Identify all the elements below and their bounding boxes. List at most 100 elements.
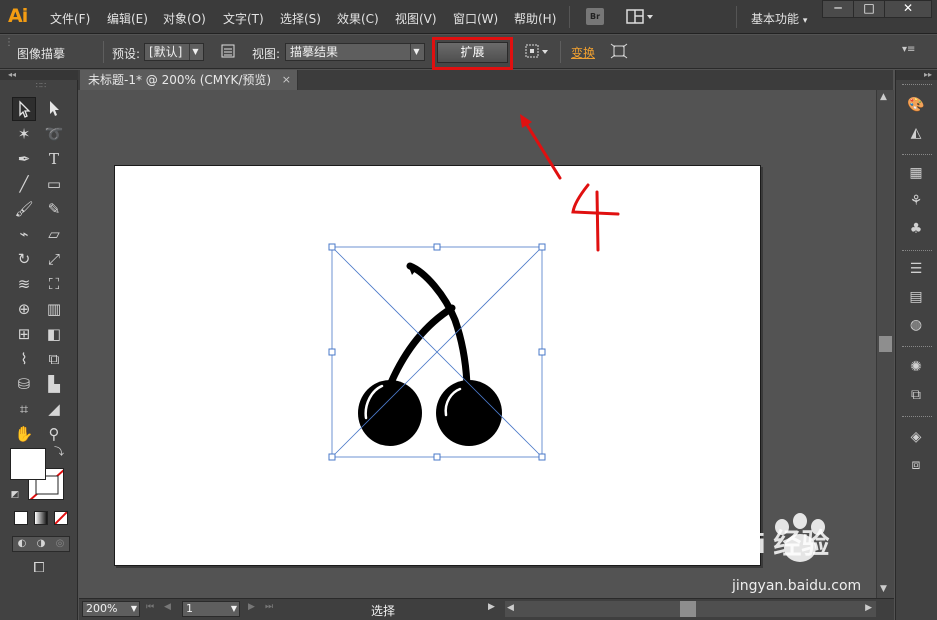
direct-selection-tool-icon[interactable] [42, 97, 66, 121]
none-mode-icon[interactable] [54, 511, 68, 525]
grip-icon [902, 250, 932, 253]
mesh-tool-icon[interactable]: ⊞ [12, 322, 36, 346]
slice-tool-icon[interactable]: ◢ [42, 397, 66, 421]
collapse-icon[interactable]: ◂◂ [0, 70, 78, 80]
menu-type[interactable]: 文字(T) [223, 10, 264, 27]
grip-icon [902, 346, 932, 349]
minimize-button[interactable]: ─ [822, 0, 854, 18]
close-window-button[interactable]: ✕ [884, 0, 932, 18]
symbol-sprayer-tool-icon[interactable]: ⛁ [12, 372, 36, 396]
collapse-icon[interactable]: ▸▸ [896, 70, 937, 80]
rotate-tool-icon[interactable]: ↻ [12, 247, 36, 271]
scroll-right-icon[interactable]: ▶ [865, 603, 872, 613]
menu-effect[interactable]: 效果(C) [337, 10, 379, 27]
magic-wand-tool-icon[interactable]: ✶ [12, 122, 36, 146]
artboards-icon[interactable]: ⧈ [904, 454, 928, 476]
scroll-left-icon[interactable]: ◀ [507, 603, 514, 613]
draw-normal-icon[interactable]: ◐ [14, 537, 30, 551]
vertical-scrollbar[interactable]: ▲ ▼ [876, 90, 894, 598]
transform-link[interactable]: 变换 [571, 44, 595, 61]
menu-help[interactable]: 帮助(H) [514, 10, 556, 27]
view-dropdown[interactable]: 描摹结果 ▼ [285, 43, 425, 61]
hand-tool-icon[interactable]: ✋ [12, 422, 36, 446]
zoom-tool-icon[interactable]: ⚲ [42, 422, 66, 446]
pencil-tool-icon[interactable]: ✎ [42, 197, 66, 221]
document-tab[interactable]: 未标题-1* @ 200% (CMYK/预览) × [80, 70, 298, 90]
last-page-icon[interactable]: ⏭ [265, 602, 273, 612]
color-guide-icon[interactable]: 🎨 [904, 94, 928, 116]
color-panel-icon[interactable]: ◭ [904, 122, 928, 144]
horizontal-scroll-thumb[interactable] [680, 601, 696, 617]
isolate-icon[interactable] [610, 43, 628, 62]
brushes-icon[interactable]: ⚘ [904, 190, 928, 212]
graph-tool-icon[interactable]: ▙ [42, 372, 66, 396]
symbols-icon[interactable]: ♣ [904, 218, 928, 240]
perspective-grid-tool-icon[interactable]: ▥ [42, 297, 66, 321]
graphic-styles-icon[interactable]: ⧉ [904, 384, 928, 406]
draw-inside-icon[interactable]: ◎ [52, 537, 68, 551]
horizontal-scrollbar[interactable]: ◀ ▶ [505, 601, 876, 617]
fill-swatch-front[interactable] [10, 448, 46, 480]
pen-tool-icon[interactable]: ✒ [12, 147, 36, 171]
first-page-icon[interactable]: ⏮ [146, 602, 154, 612]
swap-colors-icon[interactable]: ⤵ [52, 446, 66, 460]
artboard[interactable] [114, 165, 761, 566]
menu-view[interactable]: 视图(V) [395, 10, 437, 27]
align-icon[interactable] [524, 43, 550, 62]
appearance-icon[interactable]: ✺ [904, 356, 928, 378]
line-tool-icon[interactable]: ╱ [12, 172, 36, 196]
expand-button[interactable]: 扩展 [437, 42, 508, 63]
selection-tool-icon[interactable] [12, 97, 36, 121]
panel-menu-icon[interactable]: ▾≡ [902, 44, 915, 55]
arrange-documents-icon[interactable] [626, 8, 656, 25]
workspace-switcher[interactable]: 基本功能 ▾ [751, 10, 807, 27]
transparency-icon[interactable]: ◍ [904, 314, 928, 336]
gradient-panel-icon[interactable]: ▤ [904, 286, 928, 308]
scroll-down-icon[interactable]: ▼ [880, 584, 887, 594]
screen-mode-icon[interactable]: ⧠ [26, 558, 52, 578]
rectangle-tool-icon[interactable]: ▭ [42, 172, 66, 196]
control-separator [103, 41, 104, 63]
width-tool-icon[interactable]: ≋ [12, 272, 36, 296]
vertical-scroll-thumb[interactable] [879, 336, 892, 352]
swatches-icon[interactable]: ▦ [904, 162, 928, 184]
menu-file[interactable]: 文件(F) [50, 10, 90, 27]
stroke-icon[interactable]: ☰ [904, 258, 928, 280]
layers-icon[interactable]: ◈ [904, 426, 928, 448]
close-tab-icon[interactable]: × [282, 70, 291, 90]
maximize-button[interactable]: □ [853, 0, 885, 18]
scroll-up-icon[interactable]: ▲ [880, 92, 887, 102]
page-dropdown[interactable]: 1 ▼ [182, 601, 240, 617]
trace-options-icon[interactable] [220, 43, 236, 62]
color-mode-icon[interactable] [14, 511, 28, 525]
zoom-dropdown[interactable]: 200% ▼ [82, 601, 140, 617]
grip-icon [902, 154, 932, 157]
free-transform-tool-icon[interactable]: ⛶ [42, 272, 66, 296]
menu-window[interactable]: 窗口(W) [453, 10, 498, 27]
paintbrush-tool-icon[interactable]: 🖌 [12, 197, 36, 221]
menu-edit[interactable]: 编辑(E) [107, 10, 148, 27]
default-colors-icon[interactable]: ◩ [8, 488, 22, 502]
blob-brush-tool-icon[interactable]: ⌁ [12, 222, 36, 246]
shape-builder-tool-icon[interactable]: ⊕ [12, 297, 36, 321]
eyedropper-tool-icon[interactable]: ⌇ [12, 347, 36, 371]
bridge-button[interactable]: Br [586, 8, 604, 25]
menu-separator [569, 6, 570, 28]
type-tool-icon[interactable]: T [42, 147, 66, 171]
menu-select[interactable]: 选择(S) [280, 10, 321, 27]
drawing-modes: ◐ ◑ ◎ [12, 536, 70, 552]
eraser-tool-icon[interactable]: ▱ [42, 222, 66, 246]
preset-dropdown[interactable]: [默认] ▼ [144, 43, 204, 61]
prev-page-icon[interactable]: ◀ [164, 602, 171, 612]
next-page-icon[interactable]: ▶ [248, 602, 255, 612]
status-menu-icon[interactable]: ▶ [488, 602, 495, 612]
gradient-mode-icon[interactable] [34, 511, 48, 525]
scale-tool-icon[interactable]: ⤢ [42, 247, 66, 271]
blend-tool-icon[interactable]: ⧉ [42, 347, 66, 371]
gradient-tool-icon[interactable]: ◧ [42, 322, 66, 346]
artboard-tool-icon[interactable]: ⌗ [12, 397, 36, 421]
right-dock-panel: ▸▸ 🎨 ◭ ▦ ⚘ ♣ ☰ ▤ ◍ ✺ ⧉ ◈ ⧈ [895, 70, 937, 620]
draw-behind-icon[interactable]: ◑ [33, 537, 49, 551]
menu-object[interactable]: 对象(O) [163, 10, 206, 27]
lasso-tool-icon[interactable]: ➰ [42, 122, 66, 146]
